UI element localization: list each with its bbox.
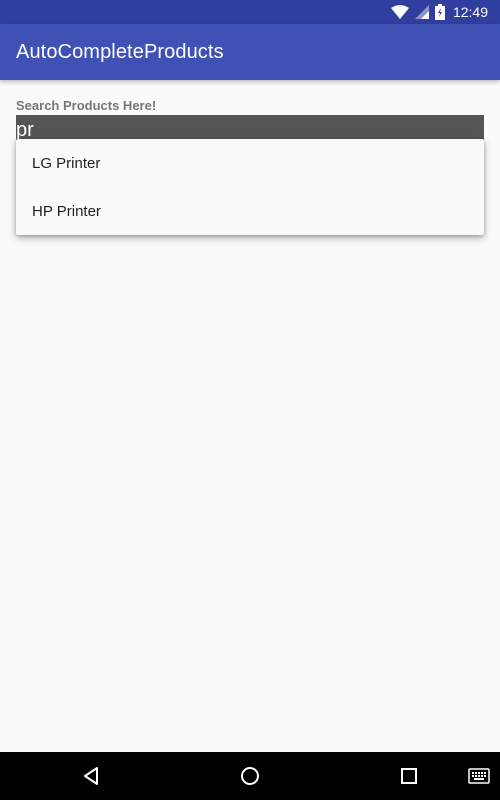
autocomplete-dropdown: LG Printer HP Printer: [16, 139, 484, 235]
search-label: Search Products Here!: [16, 98, 157, 113]
keyboard-icon[interactable]: [468, 764, 490, 788]
status-time: 12:49: [452, 4, 488, 20]
home-icon[interactable]: [238, 764, 262, 788]
app-title: AutoCompleteProducts: [16, 40, 224, 63]
back-icon[interactable]: [79, 764, 103, 788]
status-bar: 12:49: [0, 0, 500, 24]
suggestion-item[interactable]: HP Printer: [16, 187, 484, 235]
suggestion-item[interactable]: LG Printer: [16, 139, 484, 187]
wifi-icon: [390, 5, 409, 19]
cell-signal-icon: [414, 5, 429, 19]
app-bar: AutoCompleteProducts: [0, 24, 500, 80]
main-content: Search Products Here! LG Printer HP Prin…: [0, 80, 500, 752]
battery-icon: [434, 4, 445, 20]
recents-icon[interactable]: [397, 764, 421, 788]
status-icons: [390, 4, 445, 20]
navigation-bar: [0, 752, 500, 800]
